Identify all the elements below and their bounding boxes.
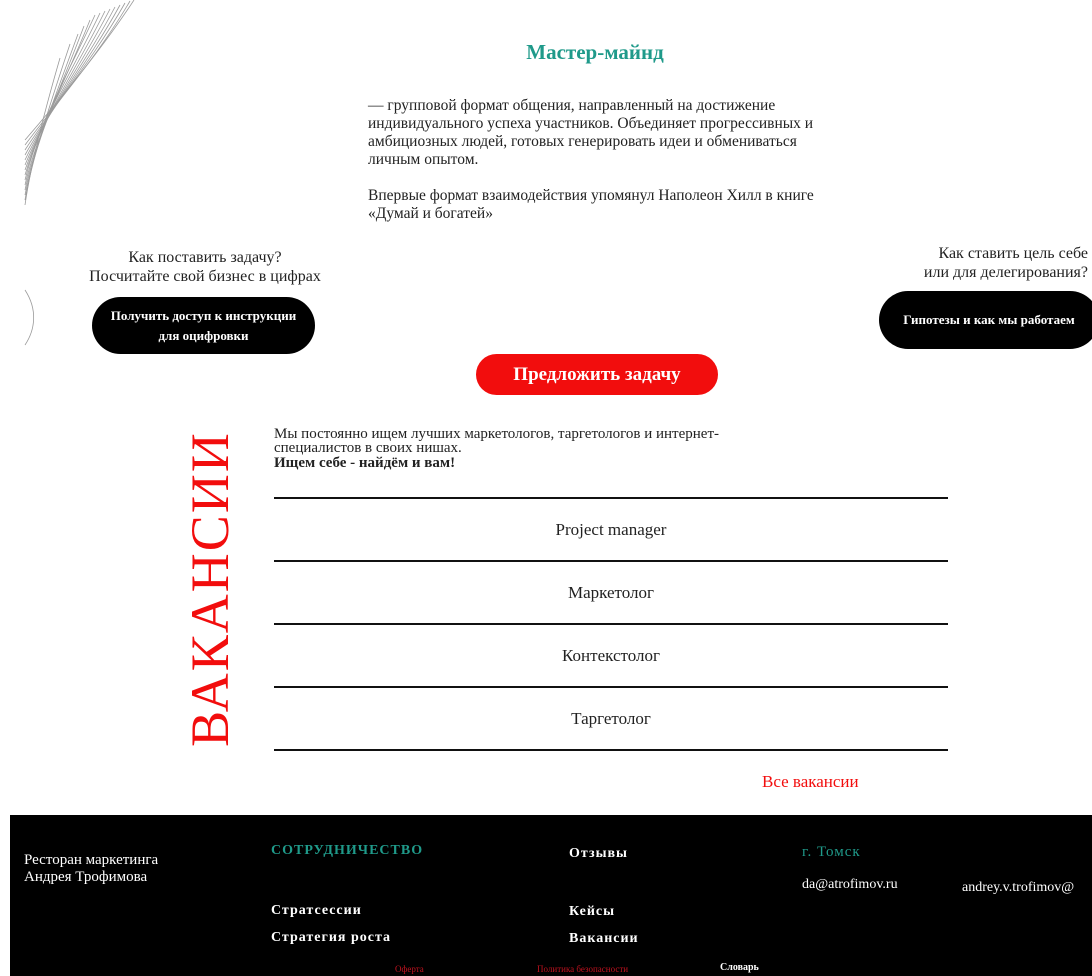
footer-link-cases[interactable]: Кейсы [569,904,615,920]
divider [274,749,948,751]
footer-link-reviews[interactable]: Отзывы [569,846,628,862]
hypotheses-button[interactable]: Гипотезы и как мы работаем [879,291,1092,349]
footer-link-strategy-sessions[interactable]: Стратсессии [271,903,362,919]
vacancy-item-project-manager[interactable]: Project manager [274,499,948,560]
goal-question: Как ставить цель себе или для делегирова… [880,244,1092,282]
footer-link-vacancies[interactable]: Вакансии [569,931,639,947]
mastermind-paragraph: Впервые формат взаимодействия упомянул Н… [368,187,814,222]
mastermind-description: — групповой формат общения, направленный… [368,97,828,241]
footer-link-offer[interactable]: Оферта [395,964,424,974]
vacancy-item-context-specialist[interactable]: Контекстолог [274,625,948,686]
propose-task-button[interactable]: Предложить задачу [476,354,718,395]
footer [10,815,1092,976]
vacancies-vertical-title: ВАКАНСИИ [160,431,260,747]
all-vacancies-link[interactable]: Все вакансии [762,772,859,792]
footer-city: г. Томск [802,844,861,860]
vacancies-heading: ВАКАНСИИ [180,431,241,747]
footer-email-link[interactable]: andrey.v.trofimov@ [962,880,1074,896]
footer-brand-line: Андрея Трофимова [24,869,148,885]
footer-cooperation-heading[interactable]: СОТРУДНИЧЕСТВО [271,843,423,859]
mastermind-title: Мастер-майнд [526,40,664,64]
goal-question-line: или для делегирования? [923,264,1088,281]
vacancies-list: Project manager Маркетолог Контекстолог … [274,497,948,751]
vacancies-intro-line: специалистов в своих нишах. [274,440,462,456]
get-instructions-button[interactable]: Получить доступ к инструкции для оцифров… [92,297,315,354]
button-label-line: для оцифровки [158,327,249,343]
goal-question-line: Как ставить цель себе [938,245,1088,262]
vacancy-item-marketer[interactable]: Маркетолог [274,562,948,623]
footer-link-privacy[interactable]: Политика безопасности [537,964,628,974]
vacancy-item-targetologist[interactable]: Таргетолог [274,688,948,749]
vacancies-intro-bold: Ищем себе - найдём и вам! [274,455,456,471]
footer-link-dictionary[interactable]: Словарь [720,962,759,973]
task-question-line: Посчитайте свой бизнес в цифрах [89,268,321,285]
footer-email-link[interactable]: da@atrofimov.ru [802,877,898,893]
vacancies-intro: Мы постоянно ищем лучших маркетологов, т… [274,426,834,472]
footer-link-growth-strategy[interactable]: Стратегия роста [271,930,391,946]
task-question-line: Как поставить задачу? [128,249,282,266]
footer-brand-line: Ресторан маркетинга [24,852,159,868]
task-question: Как поставить задачу? Посчитайте свой би… [60,248,350,286]
button-label-line: Получить доступ к инструкции [110,307,297,323]
vacancies-intro-line: Мы постоянно ищем лучших маркетологов, т… [274,426,720,442]
mastermind-paragraph: — групповой формат общения, направленный… [368,97,814,168]
footer-brand: Ресторан маркетинга Андрея Трофимова [24,852,158,886]
